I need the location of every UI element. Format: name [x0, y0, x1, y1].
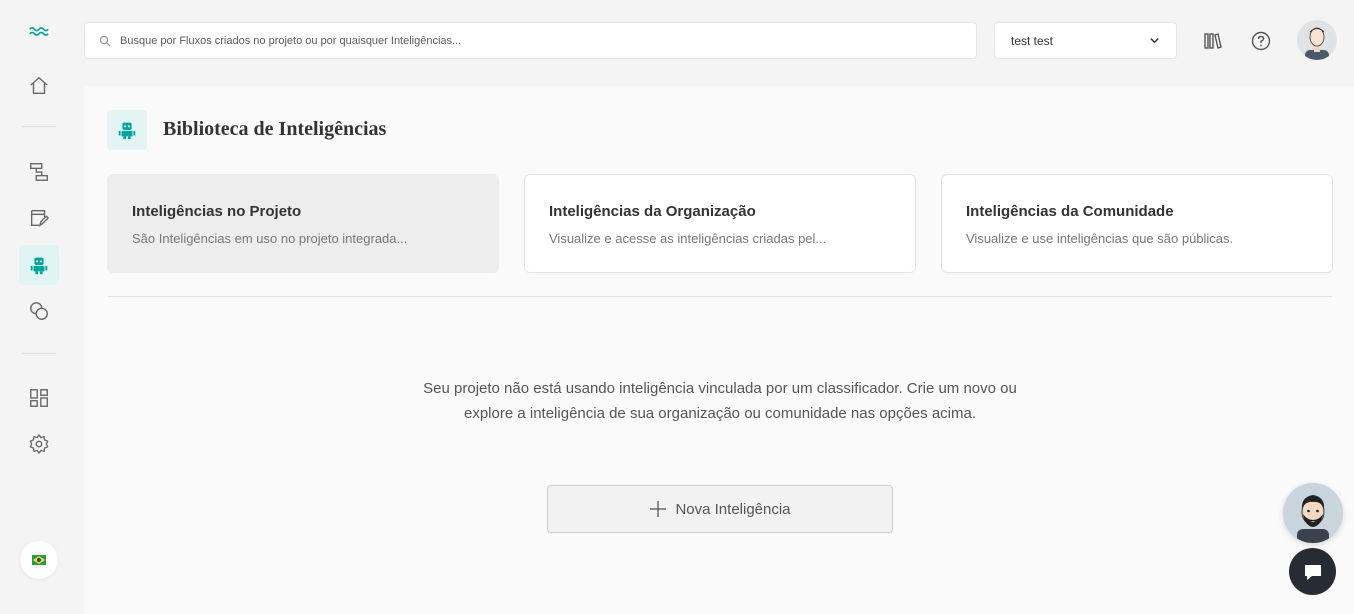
flows-icon [30, 163, 48, 181]
card-organization-intelligences[interactable]: Inteligências da Organização Visualize e… [524, 174, 916, 273]
user-avatar[interactable] [1297, 20, 1337, 60]
card-description: Visualize e use inteligências que são pú… [966, 231, 1234, 246]
new-intelligence-button[interactable]: Nova Inteligência [547, 485, 893, 533]
dashboard-icon [30, 389, 48, 407]
studio-icon [30, 209, 50, 227]
card-title: Inteligências no Projeto [132, 203, 302, 220]
chats-icon [30, 302, 48, 320]
search-input[interactable] [120, 34, 960, 47]
section-divider [108, 296, 1332, 297]
sidebar-item-home[interactable] [19, 66, 59, 106]
sidebar-item-intelligence[interactable] [19, 245, 59, 285]
sidebar-item-dashboard[interactable] [19, 378, 59, 418]
language-selector[interactable] [20, 541, 58, 579]
sidebar-item-settings[interactable] [19, 424, 59, 464]
library-button[interactable] [1201, 29, 1225, 53]
sidebar-item-chats[interactable] [19, 291, 59, 331]
new-intelligence-label: Nova Inteligência [675, 500, 791, 518]
chat-button[interactable] [1289, 548, 1336, 595]
sidebar [0, 0, 78, 614]
card-title: Inteligências da Organização [549, 203, 756, 220]
help-button[interactable] [1249, 29, 1273, 53]
help-icon [1251, 31, 1271, 51]
assistant-avatar[interactable] [1283, 483, 1343, 543]
plus-icon [650, 501, 667, 517]
project-selector[interactable]: test test [994, 22, 1177, 59]
assistant-face-icon [1297, 495, 1329, 543]
page-title-icon [107, 110, 147, 150]
main-panel: Biblioteca de Inteligências Inteligência… [84, 86, 1354, 614]
card-community-intelligences[interactable]: Inteligências da Comunidade Visualize e … [941, 174, 1333, 273]
sidebar-item-studio[interactable] [19, 198, 59, 238]
project-name: test test [1011, 33, 1054, 48]
card-project-intelligences[interactable]: Inteligências no Projeto São Inteligênci… [107, 174, 499, 273]
sidebar-divider [22, 126, 56, 127]
intelligence-robot-icon [118, 122, 136, 140]
search-bar[interactable] [84, 22, 977, 59]
sidebar-item-flows[interactable] [19, 152, 59, 192]
chevron-down-icon [1150, 38, 1159, 44]
chat-bubble-icon [1304, 564, 1321, 580]
page-title: Biblioteca de Inteligências [163, 118, 387, 140]
card-description: Visualize e acesse as inteligências cria… [549, 231, 827, 246]
intelligence-robot-icon [30, 257, 48, 275]
avatar-icon [1305, 27, 1329, 60]
weni-logo-icon [29, 27, 49, 37]
library-books-icon [1204, 33, 1222, 49]
home-icon [30, 77, 48, 95]
brazil-flag-icon [32, 555, 46, 565]
sidebar-divider [22, 353, 56, 354]
empty-state-message: Seu projeto não está usando inteligência… [423, 380, 1017, 422]
settings-icon [29, 434, 49, 454]
logo-icon[interactable] [19, 12, 59, 52]
card-description: São Inteligências em uso no projeto inte… [132, 231, 408, 246]
card-title: Inteligências da Comunidade [966, 203, 1174, 220]
search-icon [99, 35, 111, 46]
